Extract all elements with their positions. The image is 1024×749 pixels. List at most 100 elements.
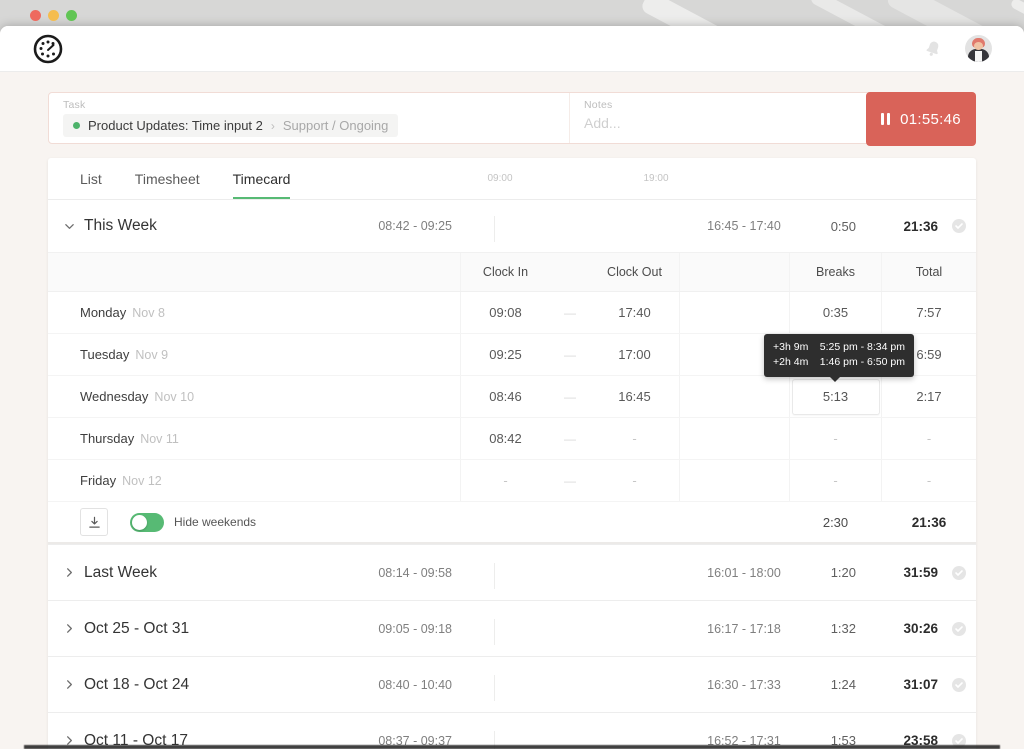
chevron-down-icon[interactable] — [64, 221, 80, 232]
week-title: This Week — [84, 217, 157, 234]
break-delta: +2h 4m — [773, 356, 809, 368]
notes-label: Notes — [584, 99, 613, 111]
clock-out-value[interactable]: - — [590, 473, 679, 488]
tab-timecard[interactable]: Timecard — [232, 158, 291, 199]
export-download-button[interactable] — [80, 508, 108, 536]
week-row-oct-25-31[interactable]: Oct 25 - Oct 31 09:05 - 09:18 16:17 - 17… — [48, 600, 976, 656]
week-breaks: 1:24 — [830, 677, 856, 692]
week-title: Oct 25 - Oct 31 — [84, 619, 190, 637]
minimize-window-button[interactable] — [48, 10, 59, 21]
clock-out-value[interactable]: - — [590, 431, 679, 446]
timer-dial-logo-icon[interactable] — [32, 33, 64, 65]
breaks-detail-tooltip: +3h 9m 5:25 pm - 8:34 pm +2h 4m 1:46 pm … — [764, 334, 914, 382]
day-row-monday: Monday Nov 8 09:08 — 17:40 0:35 7:57 — [48, 292, 976, 334]
breadcrumb-separator: › — [270, 118, 275, 133]
break-range: 5:25 pm - 8:34 pm — [819, 341, 905, 353]
week-grand-total: 21:36 — [911, 514, 947, 530]
column-header-breaks: Breaks — [790, 253, 882, 291]
week-total: 30:26 — [903, 621, 938, 636]
notes-section: Notes — [569, 93, 867, 143]
day-row-friday: Friday Nov 12 - — - - - — [48, 460, 976, 502]
hide-weekends-toggle[interactable]: Hide weekends — [130, 512, 256, 532]
notes-input[interactable] — [584, 115, 839, 131]
task-breadcrumb: Support / Ongoing — [282, 118, 389, 133]
range-dash: — — [564, 389, 576, 404]
day-date: Nov 12 — [122, 474, 162, 488]
approved-check-icon[interactable] — [942, 218, 976, 234]
zoom-window-button[interactable] — [66, 10, 77, 21]
window-controls — [30, 10, 77, 21]
day-date: Nov 11 — [140, 432, 179, 446]
task-selector[interactable]: Product Updates: Time input 2 › Support … — [63, 114, 399, 137]
week-row-oct-11-17[interactable]: Oct 11 - Oct 17 08:37 - 09:37 16:52 - 17… — [48, 712, 976, 749]
timecard-table-header: Clock In Clock Out Breaks Total — [48, 252, 976, 292]
timecard-table-footer: Hide weekends 2:30 21:36 — [48, 502, 976, 544]
clock-in-value[interactable]: 08:46 — [461, 389, 550, 404]
week-breaks: 0:50 — [830, 218, 856, 234]
toggle-on-icon[interactable] — [130, 512, 164, 532]
clock-out-range: 16:45 - 17:40 — [707, 219, 781, 233]
breaks-edit-input[interactable]: 5:13 — [791, 378, 880, 415]
user-avatar[interactable] — [965, 35, 992, 62]
view-tabs: List Timesheet Timecard 09:00 19:00 — [48, 158, 976, 200]
window-bottom-shadow — [24, 745, 1000, 749]
close-window-button[interactable] — [30, 10, 41, 21]
chevron-right-icon[interactable] — [64, 623, 80, 634]
week-row-last-week[interactable]: Last Week 08:14 - 09:58 16:01 - 18:00 1:… — [48, 544, 976, 600]
week-breaks: 1:32 — [830, 621, 856, 636]
breaks-value[interactable]: - — [790, 460, 882, 501]
notifications-bell-icon[interactable] — [923, 39, 943, 59]
total-value: - — [926, 473, 932, 488]
day-name: Monday — [80, 305, 127, 320]
timeline-axis-label-1900: 19:00 — [643, 173, 669, 184]
week-total: 21:36 — [903, 218, 938, 234]
clock-out-range: 16:17 - 17:18 — [707, 621, 781, 636]
chevron-right-icon[interactable] — [64, 567, 80, 578]
clock-out-value[interactable]: 17:40 — [590, 305, 679, 320]
approved-check-icon[interactable] — [942, 677, 976, 693]
range-dash: — — [564, 431, 576, 446]
breaks-value[interactable]: 0:35 — [790, 292, 882, 333]
breaks-value[interactable]: - — [790, 418, 882, 459]
day-name: Tuesday — [80, 347, 130, 362]
total-value: - — [926, 431, 932, 446]
week-title: Last Week — [84, 563, 157, 581]
task-section: Task Product Updates: Time input 2 › Sup… — [49, 93, 569, 143]
clock-in-range: 08:40 - 10:40 — [378, 677, 452, 692]
breaks-week-total: 2:30 — [822, 514, 849, 530]
day-row-wednesday: Wednesday Nov 10 08:46 — 16:45 5:13 2:17 — [48, 376, 976, 418]
approved-check-icon[interactable] — [942, 621, 976, 637]
range-dash: — — [564, 347, 576, 362]
week-row-this-week[interactable]: This Week 08:42 - 09:25 16:45 - 17:40 0:… — [48, 200, 976, 252]
day-date: Nov 10 — [154, 390, 195, 404]
clock-out-range: 16:01 - 18:00 — [707, 565, 781, 580]
chevron-right-icon[interactable] — [64, 679, 80, 690]
clock-out-range: 16:30 - 17:33 — [707, 677, 781, 692]
clock-in-value[interactable]: 09:25 — [461, 347, 550, 362]
stop-timer-button[interactable]: 01:55:46 — [866, 92, 976, 146]
range-dash: — — [564, 305, 576, 320]
week-title: Oct 18 - Oct 24 — [84, 675, 190, 693]
total-value: 7:57 — [916, 305, 942, 320]
clock-out-value[interactable]: 17:00 — [590, 347, 679, 362]
approved-check-icon[interactable] — [942, 565, 976, 581]
break-delta: +3h 9m — [773, 341, 809, 353]
timer-value: 01:55:46 — [900, 110, 961, 128]
clock-in-value[interactable]: 09:08 — [461, 305, 550, 320]
total-value: 2:17 — [916, 389, 942, 404]
clock-in-range: 09:05 - 09:18 — [378, 621, 452, 636]
range-dash: — — [564, 473, 576, 488]
week-total: 31:07 — [903, 677, 938, 692]
tab-timesheet[interactable]: Timesheet — [135, 158, 200, 199]
app-window: Task Product Updates: Time input 2 › Sup… — [0, 26, 1024, 749]
week-row-oct-18-24[interactable]: Oct 18 - Oct 24 08:40 - 10:40 16:30 - 17… — [48, 656, 976, 712]
timeline-axis-label-0900: 09:00 — [487, 173, 513, 184]
tab-list[interactable]: List — [80, 158, 102, 199]
day-date: Nov 8 — [132, 306, 165, 320]
day-row-thursday: Thursday Nov 11 08:42 — - - - — [48, 418, 976, 460]
clock-out-value[interactable]: 16:45 — [590, 389, 679, 404]
clock-in-value[interactable]: 08:42 — [461, 431, 550, 446]
day-date: Nov 9 — [135, 348, 169, 362]
clock-in-value[interactable]: - — [461, 473, 550, 488]
day-name: Thursday — [80, 431, 135, 446]
